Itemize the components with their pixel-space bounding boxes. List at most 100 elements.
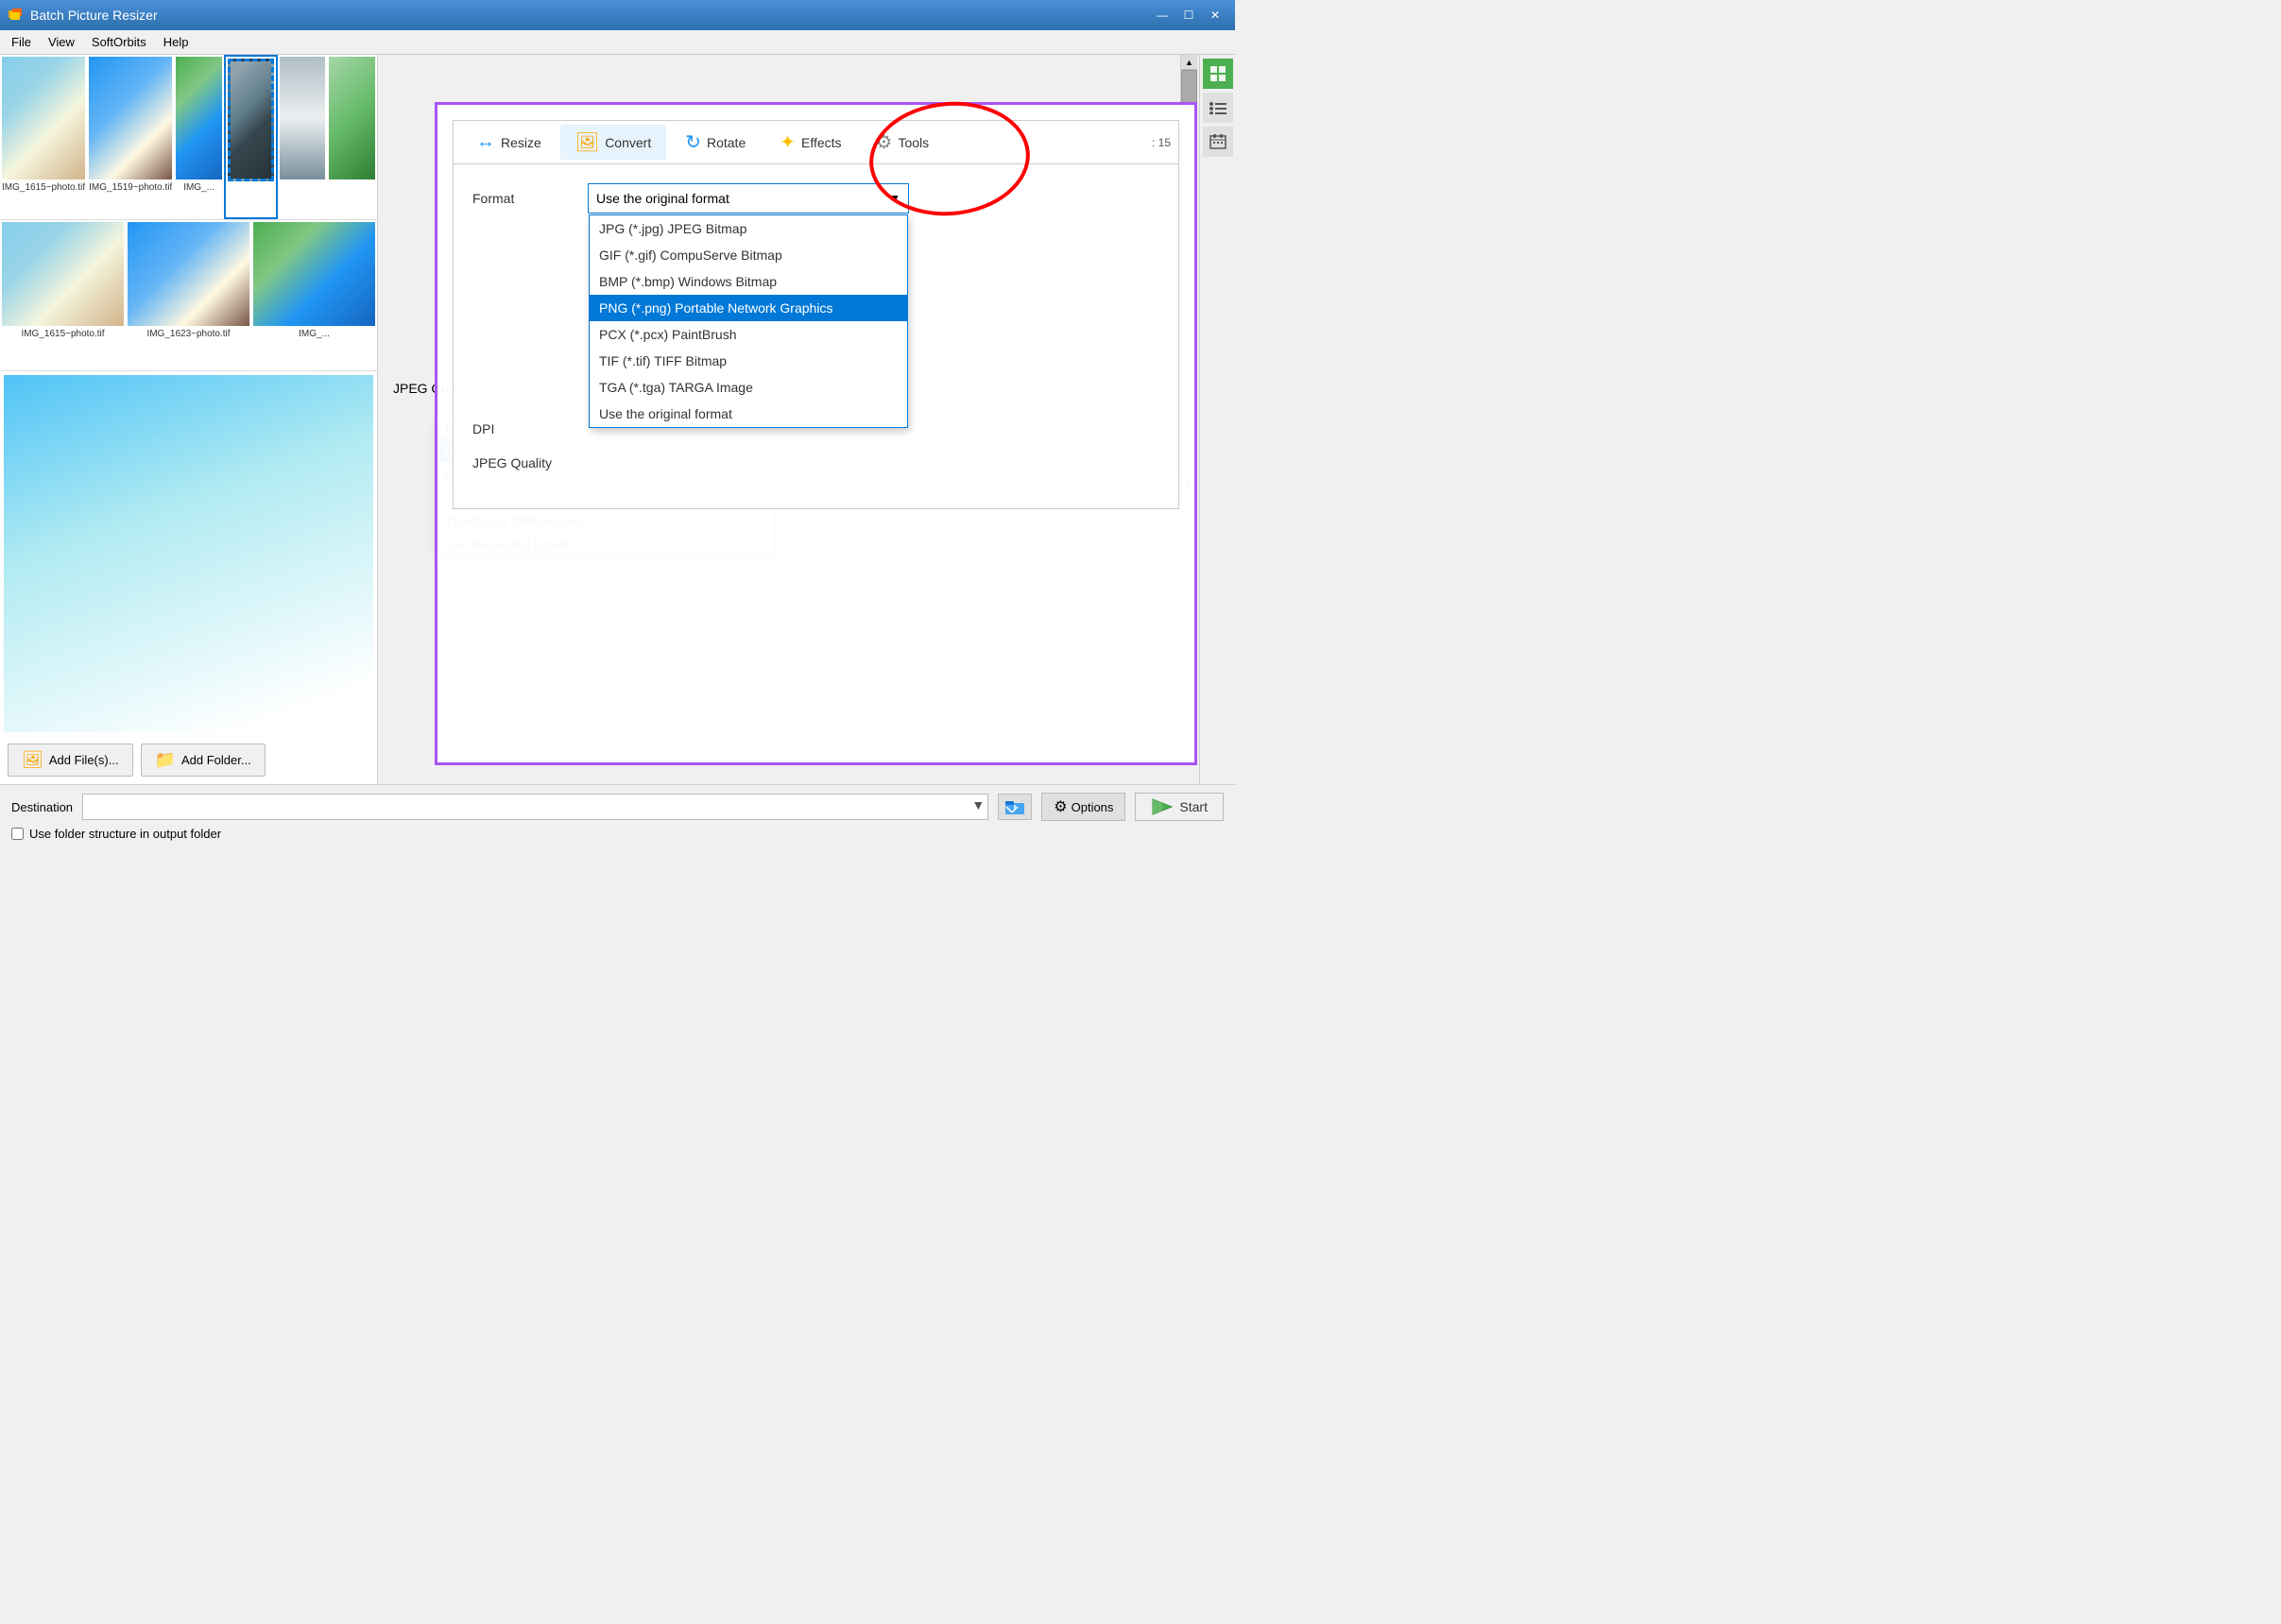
side-icon-panel — [1199, 55, 1235, 784]
destination-dropdown-arrow[interactable]: ▼ — [971, 797, 985, 812]
thumb-img-1 — [2, 57, 85, 179]
main-container: IMG_1615~photo.tif IMG_1519~photo.tif IM… — [0, 55, 1235, 784]
thumb-img-6 — [329, 57, 375, 179]
thumbnail-panel: IMG_1615~photo.tif IMG_1519~photo.tif IM… — [0, 55, 378, 784]
jpeg-quality-label: JPEG Quality — [472, 455, 576, 470]
format-dropdown-list: JPG (*.jpg) JPEG Bitmap GIF (*.gif) Comp… — [589, 214, 908, 428]
format-row: Format Use the original format ▼ JPG (*.… — [472, 183, 1159, 214]
destination-input[interactable] — [82, 794, 988, 820]
tab-convert[interactable]: 🖼 Convert — [560, 125, 666, 160]
resize-icon: ↔ — [476, 131, 495, 153]
thumb-9[interactable]: IMG_... — [251, 220, 377, 370]
add-folder-label: Add Folder... — [181, 753, 251, 767]
thumb-8[interactable]: IMG_1623~photo.tif — [126, 220, 251, 370]
add-buttons-row: 🖼 Add File(s)... 📁 Add Folder... — [0, 736, 377, 784]
option-gif[interactable]: GIF (*.gif) CompuServe Bitmap — [590, 242, 907, 268]
title-bar-controls: — ☐ ✕ — [1150, 5, 1227, 26]
right-panel: BMP (*.bmp) Windows Bitmap PNG (*.png) P… — [378, 55, 1235, 784]
side-icon-2[interactable] — [1203, 93, 1233, 123]
tab-rotate[interactable]: ↻ Rotate — [670, 125, 761, 160]
effects-icon: ✦ — [780, 130, 796, 154]
title-bar-left: Batch Picture Resizer — [8, 7, 158, 24]
menu-file[interactable]: File — [4, 32, 39, 52]
tab-effects-label: Effects — [801, 135, 842, 150]
thumb-label-3: IMG_... — [176, 182, 222, 193]
destination-label: Destination — [11, 800, 73, 814]
menu-softorbits[interactable]: SoftOrbits — [84, 32, 154, 52]
folder-structure-row: Use folder structure in output folder — [11, 827, 1224, 841]
tab-rotate-label: Rotate — [707, 135, 746, 150]
thumb-label-1: IMG_1615~photo.tif — [2, 182, 85, 193]
thumb-1[interactable]: IMG_1615~photo.tif — [0, 55, 87, 219]
thumb-7[interactable]: IMG_1615~photo.tif — [0, 220, 126, 370]
add-folder-icon: 📁 — [155, 750, 176, 770]
options-button[interactable]: ⚙ Options — [1041, 793, 1125, 821]
grid-icon — [1209, 64, 1227, 83]
option-bmp[interactable]: BMP (*.bmp) Windows Bitmap — [590, 268, 907, 295]
thumb-3[interactable]: IMG_... — [174, 55, 224, 219]
option-original[interactable]: Use the original format — [590, 401, 907, 427]
side-icon-1[interactable] — [1203, 59, 1233, 89]
thumb-img-5 — [280, 57, 326, 179]
overlay-convert-panel: ↔ Resize 🖼 Convert ↻ Rotate ✦ Effects ⚙ — [435, 102, 1197, 765]
large-preview — [4, 375, 373, 732]
scroll-up-btn[interactable]: ▲ — [1181, 55, 1197, 70]
menu-help[interactable]: Help — [156, 32, 197, 52]
thumb-img-7 — [2, 222, 124, 326]
tab-tools[interactable]: ⚙ Tools — [861, 125, 945, 160]
thumb-6[interactable] — [327, 55, 377, 219]
thumb-img-2 — [89, 57, 172, 179]
thumb-label-2: IMG_1519~photo.tif — [89, 182, 172, 193]
thumb-label-7: IMG_1615~photo.tif — [2, 329, 124, 339]
tab-resize[interactable]: ↔ Resize — [461, 126, 557, 159]
start-icon — [1151, 797, 1174, 816]
menu-bar: File View SoftOrbits Help — [0, 30, 1235, 55]
format-label: Format — [472, 191, 576, 206]
thumb-img-3 — [176, 57, 222, 179]
format-dropdown[interactable]: Use the original format ▼ JPG (*.jpg) JP… — [588, 183, 909, 214]
option-png[interactable]: PNG (*.png) Portable Network Graphics — [590, 295, 907, 321]
add-folder-button[interactable]: 📁 Add Folder... — [141, 744, 266, 777]
options-label: Options — [1072, 800, 1114, 814]
count-badge: : 15 — [1152, 136, 1171, 149]
list-icon — [1209, 101, 1227, 114]
thumb-label-9: IMG_... — [253, 329, 375, 339]
side-icon-3[interactable] — [1203, 127, 1233, 157]
destination-field-wrap: ▼ — [82, 794, 988, 820]
app-icon — [8, 7, 25, 24]
option-jpg[interactable]: JPG (*.jpg) JPEG Bitmap — [590, 215, 907, 242]
format-value: Use the original format — [596, 191, 729, 206]
thumb-2[interactable]: IMG_1519~photo.tif — [87, 55, 174, 219]
calendar-icon — [1209, 132, 1227, 151]
option-tif[interactable]: TIF (*.tif) TIFF Bitmap — [590, 348, 907, 374]
app-title: Batch Picture Resizer — [30, 8, 158, 23]
option-tga[interactable]: TGA (*.tga) TARGA Image — [590, 374, 907, 401]
tab-effects[interactable]: ✦ Effects — [764, 125, 856, 160]
thumb-img-9 — [253, 222, 375, 326]
option-pcx[interactable]: PCX (*.pcx) PaintBrush — [590, 321, 907, 348]
menu-view[interactable]: View — [41, 32, 82, 52]
jpeg-quality-row: JPEG Quality — [472, 455, 1159, 470]
convert-content: Format Use the original format ▼ JPG (*.… — [453, 163, 1179, 509]
dropdown-arrow: ▼ — [889, 192, 900, 205]
tab-tools-label: Tools — [898, 135, 929, 150]
convert-icon: 🖼 — [575, 130, 599, 154]
thumb-5[interactable] — [278, 55, 328, 219]
start-label: Start — [1179, 799, 1208, 814]
dpi-label: DPI — [472, 421, 576, 436]
add-files-button[interactable]: 🖼 Add File(s)... — [8, 744, 133, 777]
thumbnail-row-1: IMG_1615~photo.tif IMG_1519~photo.tif IM… — [0, 55, 377, 220]
close-button[interactable]: ✕ — [1203, 5, 1227, 26]
folder-structure-label: Use folder structure in output folder — [29, 827, 221, 841]
thumb-img-8 — [128, 222, 249, 326]
tab-convert-label: Convert — [605, 135, 651, 150]
bottom-panel: Destination ▼ ⚙ Options Start — [0, 784, 1235, 855]
thumb-4-selected[interactable] — [224, 55, 278, 219]
add-files-icon: 🖼 — [22, 750, 43, 770]
maximize-button[interactable]: ☐ — [1176, 5, 1201, 26]
folder-structure-checkbox[interactable] — [11, 828, 24, 840]
thumbnail-row-2: IMG_1615~photo.tif IMG_1623~photo.tif IM… — [0, 220, 377, 371]
minimize-button[interactable]: — — [1150, 5, 1175, 26]
start-button[interactable]: Start — [1135, 793, 1224, 821]
browse-button[interactable] — [998, 794, 1032, 820]
